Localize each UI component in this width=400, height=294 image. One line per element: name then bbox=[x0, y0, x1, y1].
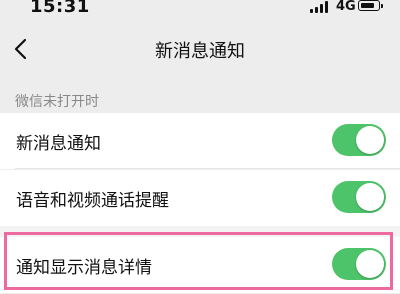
settings-screen: 15:31 4G 新消息通知 微信未打开时 新消息通知 语音和视频通话提醒 通知… bbox=[0, 0, 400, 294]
setting-label: 语音和视频通话提醒 bbox=[16, 191, 169, 211]
section-header: 微信未打开时 bbox=[15, 94, 99, 110]
signal-strength-icon bbox=[310, 1, 330, 13]
call-reminder-toggle[interactable] bbox=[332, 181, 386, 213]
battery-icon bbox=[358, 0, 383, 11]
show-message-details-toggle[interactable] bbox=[332, 248, 386, 280]
network-type: 4G bbox=[336, 0, 356, 14]
new-message-notification-toggle[interactable] bbox=[332, 124, 386, 156]
divider bbox=[15, 168, 400, 169]
setting-row-call-reminder: 语音和视频通话提醒 bbox=[0, 170, 400, 226]
setting-label: 通知显示消息详情 bbox=[16, 258, 152, 278]
status-time: 15:31 bbox=[30, 0, 90, 17]
toggle-knob bbox=[356, 250, 384, 278]
toggle-knob bbox=[356, 126, 384, 154]
navigation-bar: 新消息通知 bbox=[0, 16, 400, 84]
section-gap bbox=[0, 226, 400, 237]
setting-row-new-message-notification: 新消息通知 bbox=[0, 113, 400, 169]
status-bar: 15:31 4G bbox=[0, 0, 400, 17]
setting-row-show-message-details: 通知显示消息详情 bbox=[0, 237, 400, 293]
toggle-knob bbox=[356, 183, 384, 211]
setting-label: 新消息通知 bbox=[16, 134, 101, 154]
battery-level bbox=[360, 2, 374, 8]
page-title: 新消息通知 bbox=[155, 41, 245, 62]
